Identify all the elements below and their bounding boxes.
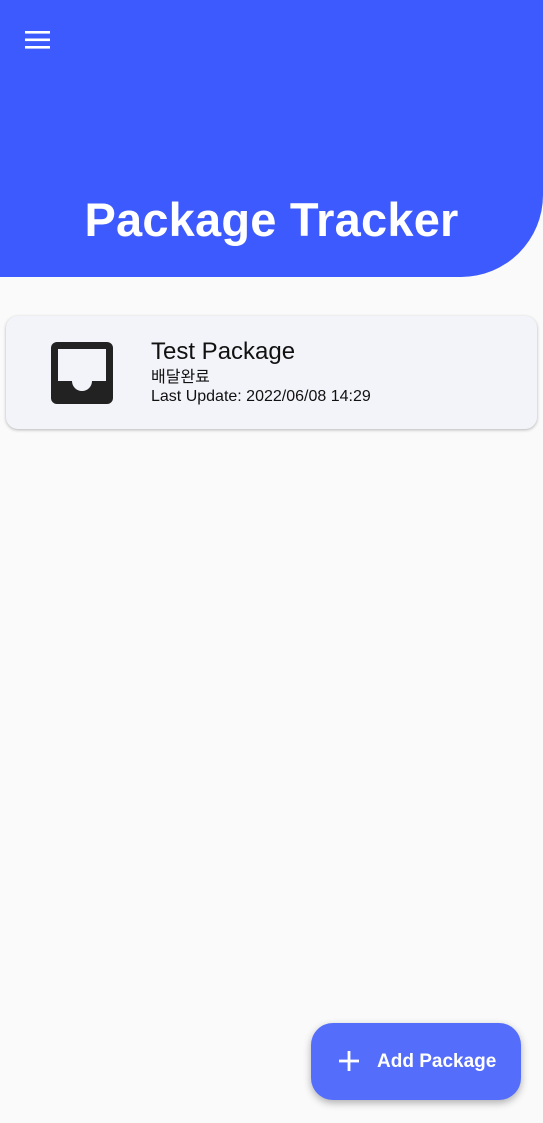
add-package-label: Add Package: [377, 1051, 497, 1072]
app-header: Package Tracker: [0, 0, 543, 277]
package-status: 배달완료: [151, 367, 210, 386]
add-package-button[interactable]: Add Package: [311, 1023, 521, 1100]
plus-icon: [339, 1051, 359, 1071]
package-card[interactable]: Test Package 배달완료 Last Update: 2022/06/0…: [6, 316, 537, 429]
package-info: Test Package 배달완료 Last Update: 2022/06/0…: [151, 337, 371, 407]
hamburger-menu-icon: [25, 31, 50, 49]
package-name: Test Package: [151, 338, 296, 365]
menu-button[interactable]: [18, 20, 58, 60]
package-list: Test Package 배달완료 Last Update: 2022/06/0…: [6, 316, 537, 429]
package-last-update: Last Update: 2022/06/08 14:29: [151, 388, 371, 405]
inbox-tray-icon: [51, 342, 113, 404]
page-title: Package Tracker: [84, 193, 459, 246]
